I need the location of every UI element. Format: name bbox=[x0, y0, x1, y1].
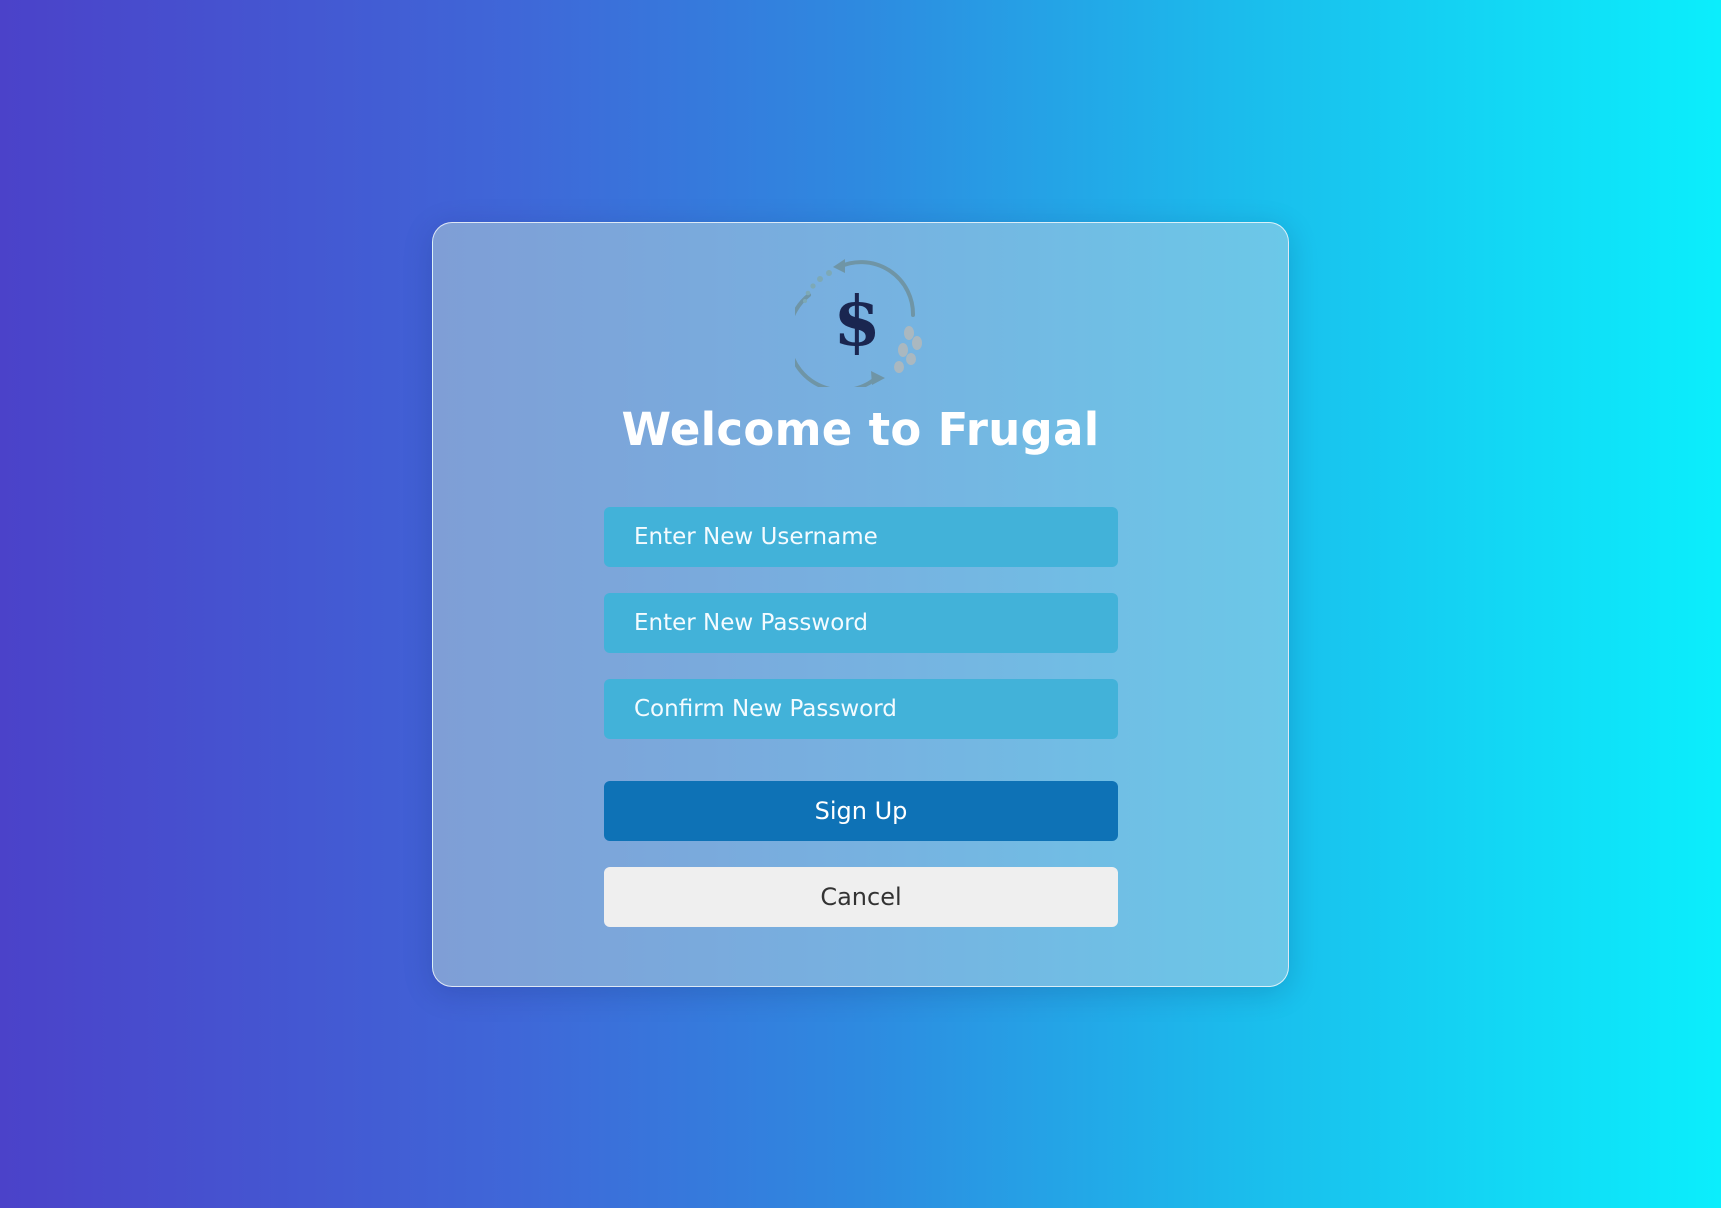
page-title: Welcome to Frugal bbox=[621, 403, 1100, 456]
confirm-password-input[interactable] bbox=[604, 679, 1118, 739]
logo-icon: $ bbox=[795, 259, 922, 387]
password-input[interactable] bbox=[604, 593, 1118, 653]
signup-card: $ Welcome to Frugal Sign Up Cancel bbox=[432, 222, 1289, 987]
cancel-button[interactable]: Cancel bbox=[604, 867, 1118, 927]
svg-text:$: $ bbox=[833, 282, 880, 362]
username-input[interactable] bbox=[604, 507, 1118, 567]
sign-up-button[interactable]: Sign Up bbox=[604, 781, 1118, 841]
